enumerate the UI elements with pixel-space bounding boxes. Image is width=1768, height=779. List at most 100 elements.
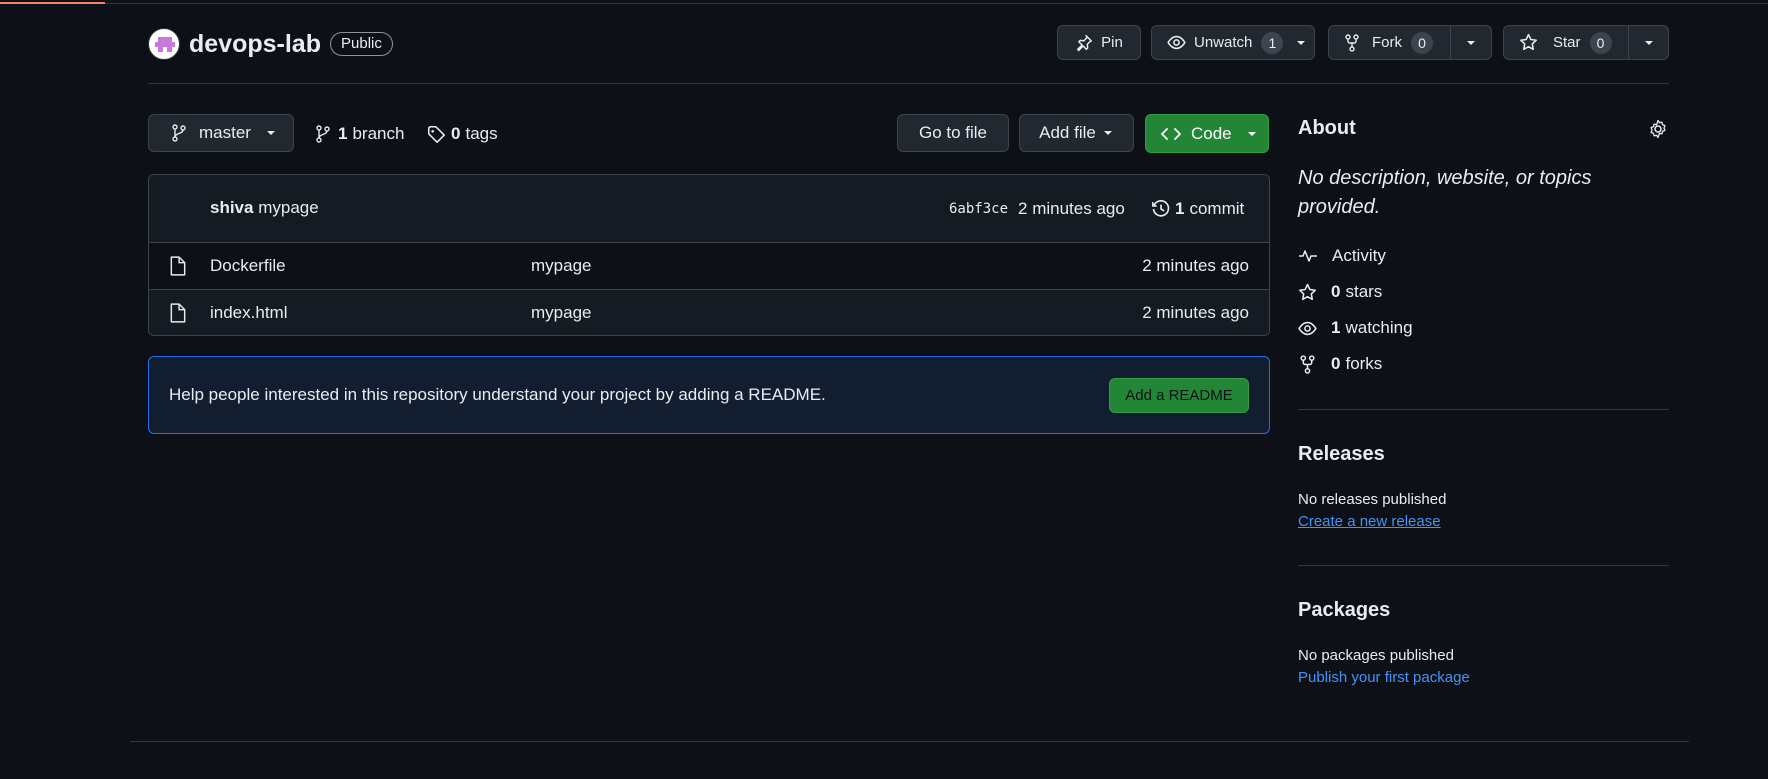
file-list: shiva mypage 6abf3ce 2 minutes ago 1 com… [148,174,1270,336]
activity-link[interactable]: Activity [1298,244,1386,268]
star-icon [1519,33,1538,52]
fork-label: Fork [1372,34,1402,51]
file-icon [169,256,187,276]
branch-name: master [199,123,251,142]
activity-label: Activity [1332,246,1386,265]
pulse-icon [1298,248,1332,264]
forks-count: 0 [1331,354,1341,373]
commit-sha[interactable]: 6abf3ce [949,201,1008,217]
loading-progress-bar [0,2,105,4]
file-commit-message[interactable]: mypage [531,256,591,276]
star-label: Star [1553,34,1581,51]
eye-icon [1167,33,1186,52]
commit-summary: shiva mypage [210,198,319,218]
go-to-file-button[interactable]: Go to file [897,114,1009,152]
file-row[interactable]: Dockerfile mypage 2 minutes ago [149,243,1269,289]
forks-link[interactable]: 0 forks [1298,352,1382,376]
tag-label: tags [465,124,498,143]
star-button[interactable]: Star 0 [1504,26,1628,59]
chevron-down-icon [1102,127,1114,139]
chevron-down-icon [265,127,277,139]
add-readme-button[interactable]: Add a README [1109,378,1249,413]
stars-link[interactable]: 0 stars [1298,280,1382,304]
create-release-link[interactable]: Create a new release [1298,513,1441,530]
star-dropdown[interactable] [1628,26,1668,59]
readme-prompt: Help people interested in this repositor… [148,356,1270,434]
history-icon [1151,199,1171,219]
add-readme-label: Add a README [1125,387,1233,404]
about-title: About [1298,117,1356,139]
readme-prompt-text: Help people interested in this repositor… [169,385,826,404]
watching-link[interactable]: 1 watching [1298,316,1413,340]
add-file-label: Add file [1039,123,1096,142]
branches-link[interactable]: 1 branch [315,123,404,145]
code-label: Code [1191,123,1232,143]
chevron-down-icon [1295,37,1307,49]
git-branch-icon [171,124,187,142]
fork-button[interactable]: Fork 0 [1329,26,1450,59]
gear-icon[interactable] [1648,119,1668,139]
go-to-file-label: Go to file [918,123,988,142]
publish-package-link[interactable]: Publish your first package [1298,669,1470,686]
chevron-down-icon [1465,37,1477,49]
commit-message[interactable]: mypage [258,198,318,217]
chevron-down-icon [1246,128,1258,140]
pin-icon [1075,34,1093,52]
star-counter: 0 [1589,31,1612,54]
commit-time: 2 minutes ago [1018,199,1125,218]
packages-empty-text: No packages published [1298,647,1454,664]
add-file-button[interactable]: Add file [1019,114,1134,152]
forks-label: forks [1345,354,1383,373]
sidebar-divider [1298,409,1669,410]
file-name[interactable]: Dockerfile [210,256,286,276]
stars-label: stars [1345,282,1383,301]
star-icon [1298,283,1331,302]
releases-title[interactable]: Releases [1298,443,1385,466]
about-description: No description, website, or topics provi… [1298,167,1592,218]
stars-count: 0 [1331,282,1341,301]
repo-header: devops-lab Public Pin Unwatch 1 Fork 0 S… [148,22,1669,84]
chevron-down-icon [1643,37,1655,49]
owner-avatar[interactable] [148,28,180,60]
footer-divider [130,741,1689,742]
sidebar-divider [1298,565,1669,566]
tags-link[interactable]: 0 tags [427,123,498,145]
fork-button-group: Fork 0 [1328,25,1492,60]
commit-meta: 6abf3ce 2 minutes ago [949,198,1125,220]
repo-name-link[interactable]: devops-lab [189,28,321,60]
tag-icon [427,125,446,144]
file-commit-time: 2 minutes ago [1142,256,1249,275]
fork-counter: 0 [1411,31,1433,54]
branch-label: branch [352,124,405,143]
branch-count: 1 [338,124,348,143]
pin-button[interactable]: Pin [1057,25,1141,60]
star-button-group: Star 0 [1503,25,1669,60]
commit-count: 1 [1175,199,1185,218]
commit-history-link[interactable]: 1 commit [1151,198,1244,220]
watching-count: 1 [1331,318,1341,337]
fork-icon [1344,33,1360,52]
code-button[interactable]: Code [1145,114,1269,153]
git-branch-icon [315,125,331,143]
top-border [0,3,1768,4]
pin-label: Pin [1101,34,1123,51]
fork-dropdown[interactable] [1450,26,1491,59]
code-icon [1161,126,1181,142]
releases-empty-text: No releases published [1298,491,1447,508]
branch-selector[interactable]: master [148,114,294,152]
file-name[interactable]: index.html [210,303,287,323]
packages-title[interactable]: Packages [1298,599,1390,622]
commit-author[interactable]: shiva [210,198,253,217]
file-commit-time: 2 minutes ago [1142,303,1249,322]
file-commit-message[interactable]: mypage [531,303,591,323]
watching-label: watching [1345,318,1413,337]
eye-icon [1298,319,1331,338]
file-icon [169,303,187,323]
fork-icon [1298,354,1331,374]
watch-counter: 1 [1261,31,1284,54]
tag-count: 0 [451,124,461,143]
commit-label: commit [1189,199,1245,218]
unwatch-button[interactable]: Unwatch 1 [1151,25,1315,60]
file-row[interactable]: index.html mypage 2 minutes ago [149,289,1269,335]
latest-commit-row: shiva mypage 6abf3ce 2 minutes ago 1 com… [149,175,1269,243]
